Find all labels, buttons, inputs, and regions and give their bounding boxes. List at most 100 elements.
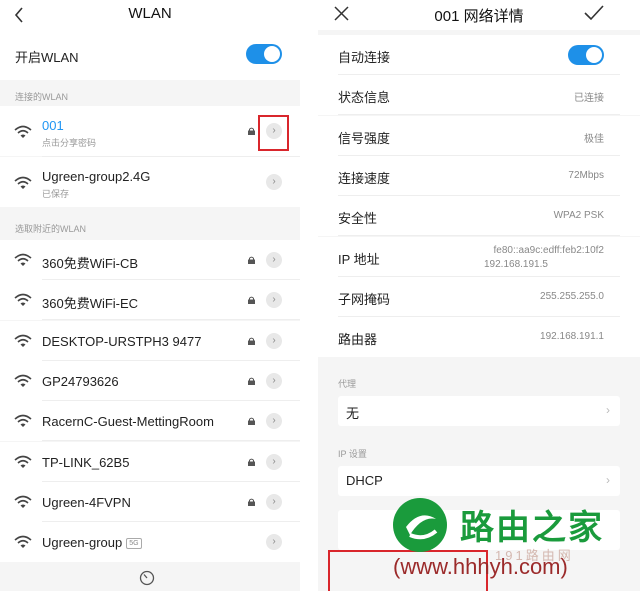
lock-icon [248,458,255,466]
nearby-network-item[interactable]: DESKTOP-URSTPH3 9477 › [0,320,300,361]
highlight-box-detail [258,115,289,151]
lock-icon [248,256,255,264]
nearby-network-item[interactable]: 360免费WiFi-CB › [0,240,300,280]
lock-icon [248,296,255,305]
auto-connect-toggle[interactable] [568,45,604,65]
network-detail-button[interactable]: › [266,174,282,190]
network-name: Ugreen-group 5G [42,535,142,550]
network-detail-button[interactable]: › [266,292,282,309]
detail-value: fe80::aa9c:edff:feb2:10f2 [493,244,604,256]
page-title: WLAN [128,5,172,22]
wifi-signal-icon [14,455,32,468]
toggle-knob [264,46,280,62]
nearby-network-item[interactable]: TP-LINK_62B5 › [0,441,300,482]
network-name: Ugreen-group2.4G [42,169,151,184]
detail-row: 信号强度 极佳 [318,115,640,156]
chevron-right-icon: › [606,403,610,417]
detail-row: 子网掩码 255.255.255.0 [318,276,640,317]
detail-row: 状态信息 已连接 [318,75,640,116]
panel-gap [300,0,318,591]
detail-row: IP 地址 fe80::aa9c:edff:feb2:10f2192.168.19… [318,236,640,277]
nearby-network-item[interactable]: RacernC-Guest-MettingRoom › [0,401,300,442]
wifi-signal-icon [14,253,32,266]
detail-label: IP 地址 [338,251,380,267]
lock-icon [248,417,255,426]
proxy-value: 无 [346,406,360,421]
wifi-signal-icon [14,334,32,347]
lock-icon [248,377,255,385]
refresh-icon[interactable] [139,570,155,586]
network-subtitle: 点击分享密码 [42,138,97,148]
detail-label: 自动连接 [338,50,391,65]
detail-label: 状态信息 [338,90,391,106]
wifi-signal-icon [14,374,32,387]
detail-value: 极佳 [584,133,604,145]
detail-label: 连接速度 [338,170,391,186]
nearby-header: 选取附近的WLAN [15,224,87,234]
watermark-title: 路由之家 [460,509,604,547]
network-name: TP-LINK_62B5 [42,454,130,470]
detail-header: 001 网络详情 [318,0,640,30]
detail-value: 已连接 [574,93,604,105]
lock-icon [248,127,255,135]
wlan-enable-row: 开启WLAN [0,30,300,80]
network-item-ugreen-group-2-4g[interactable]: Ugreen-group2.4G 已保存 › [0,157,300,207]
watermark-url: (www.hhhyh.com) [393,554,568,579]
nearby-network-item[interactable]: Ugreen-4FVPN › [0,481,300,522]
watermark: 路由之家 191路由网 (www.hhhyh.com) [385,490,640,591]
nearby-network-item[interactable]: GP24793626 › [0,360,300,401]
wifi-signal-icon [14,535,32,549]
confirm-check-icon[interactable] [584,5,604,21]
detail-value: WPA2 PSK [553,210,604,222]
network-detail-button[interactable]: › [266,534,282,551]
network-detail-button[interactable]: › [266,372,282,389]
network-name: 001 [42,118,64,133]
toggle-knob [586,47,602,63]
proxy-select[interactable]: 无 › [338,396,620,426]
wifi-signal-icon [14,495,32,508]
nearby-network-item[interactable]: 360免费WiFi-EC › [0,280,300,321]
ip-settings-header: IP 设置 [338,449,367,459]
lock-icon [248,498,255,506]
network-name: DESKTOP-URSTPH3 9477 [42,333,202,349]
lock-icon [248,337,255,345]
network-name: Ugreen-4FVPN [42,494,131,510]
network-subtitle: 已保存 [42,189,70,199]
detail-row: 安全性 WPA2 PSK [318,196,640,237]
nearby-network-item[interactable]: Ugreen-group 5G › [0,522,300,563]
detail-label: 子网掩码 [338,291,391,307]
detail-value: 255.255.255.0 [540,290,604,302]
band-badge: 5G [126,538,142,550]
detail-label: 路由器 [338,332,378,348]
detail-row: 自动连接 [318,35,640,75]
wlan-header: WLAN [0,0,300,30]
detail-row: 连接速度 72Mbps [318,155,640,196]
network-item-001[interactable]: 001 点击分享密码 › [0,106,300,156]
wlan-toggle[interactable] [246,44,282,64]
wlan-enable-label: 开启WLAN [15,50,79,65]
chevron-right-icon: › [606,473,610,487]
network-detail-button[interactable]: › [266,332,282,349]
detail-label: 安全性 [338,211,378,227]
detail-label: 信号强度 [338,130,391,146]
detail-value: 72Mbps [568,169,604,181]
network-name: GP24793626 [42,373,119,389]
connected-header: 连接的WLAN [15,92,69,102]
network-detail-button[interactable]: › [266,453,282,470]
wlan-list-panel: WLAN 开启WLAN 连接的WLAN 001 点击分享密码 › Ugreen-… [0,0,300,591]
detail-value: 192.168.191.1 [540,331,604,343]
detail-value-secondary: 192.168.191.5 [484,258,548,270]
network-name: RacernC-Guest-MettingRoom [42,414,214,430]
network-detail-button[interactable]: › [266,252,282,268]
wifi-signal-icon [14,125,32,138]
network-detail-button[interactable]: › [266,413,282,430]
network-detail-button[interactable]: › [266,493,282,510]
ip-settings-value: DHCP [346,473,383,488]
wifi-signal-icon [14,176,32,189]
detail-row: 路由器 192.168.191.1 [318,317,640,358]
wifi-signal-icon [14,414,32,428]
network-name: 360免费WiFi-EC [42,296,139,312]
wifi-signal-icon [14,294,32,307]
proxy-header: 代理 [338,379,357,389]
watermark-logo-icon [393,498,447,552]
